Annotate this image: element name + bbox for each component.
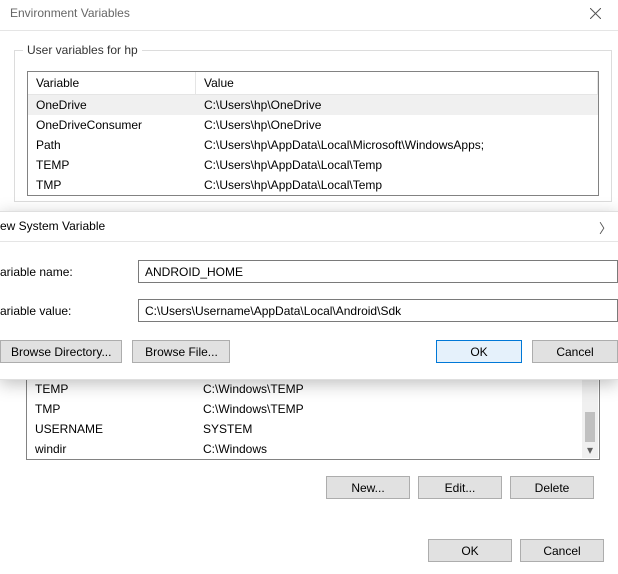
column-variable[interactable]: Variable xyxy=(28,72,196,94)
delete-button[interactable]: Delete xyxy=(510,476,594,499)
variable-name-row: ariable name: xyxy=(0,260,618,283)
dialog-ok-button[interactable]: OK xyxy=(436,340,522,363)
ok-button[interactable]: OK xyxy=(428,539,512,562)
variable-value-cell: C:\Windows\TEMP xyxy=(195,399,582,419)
user-vars-legend: User variables for hp xyxy=(23,43,142,57)
user-vars-table[interactable]: Variable Value OneDriveC:\Users\hp\OneDr… xyxy=(27,71,599,196)
table-row[interactable]: windirC:\Windows xyxy=(27,439,582,459)
user-variables-group: User variables for hp Variable Value One… xyxy=(14,50,612,202)
variable-value-row: ariable value: xyxy=(0,299,618,322)
table-row[interactable]: OneDriveC:\Users\hp\OneDrive xyxy=(28,95,598,115)
variable-value-cell: C:\Windows xyxy=(195,439,582,459)
dialog-title: ew System Variable xyxy=(0,219,105,233)
edit-button[interactable]: Edit... xyxy=(418,476,502,499)
variable-value-cell: C:\Users\hp\AppData\Local\Temp xyxy=(196,175,598,195)
variable-value-cell: C:\Users\hp\AppData\Local\Temp xyxy=(196,155,598,175)
close-icon xyxy=(590,8,601,22)
dialog-titlebar: ew System Variable 〉 xyxy=(0,212,618,242)
variable-name-cell: TEMP xyxy=(28,155,196,175)
window-titlebar: Environment Variables xyxy=(0,0,618,30)
scroll-thumb[interactable] xyxy=(585,412,595,442)
table-row[interactable]: USERNAMESYSTEM xyxy=(27,419,582,439)
variable-name-cell: TEMP xyxy=(27,379,195,399)
titlebar-separator xyxy=(0,30,618,31)
variable-name-cell: OneDriveConsumer xyxy=(28,115,196,135)
dialog-commit-buttons: OK Cancel xyxy=(428,539,604,562)
variable-name-input[interactable] xyxy=(138,260,618,283)
user-vars-header[interactable]: Variable Value xyxy=(28,72,598,95)
cancel-button[interactable]: Cancel xyxy=(520,539,604,562)
variable-name-cell: USERNAME xyxy=(27,419,195,439)
dialog-body: ariable name: ariable value: Browse Dire… xyxy=(0,242,618,379)
variable-name-cell: windir xyxy=(27,439,195,459)
table-row[interactable]: TMPC:\Windows\TEMP xyxy=(27,399,582,419)
variable-value-cell: C:\Users\hp\OneDrive xyxy=(196,115,598,135)
variable-name-cell: TMP xyxy=(27,399,195,419)
variable-name-cell: OneDrive xyxy=(28,95,196,115)
table-row[interactable]: OneDriveConsumerC:\Users\hp\OneDrive xyxy=(28,115,598,135)
table-row[interactable]: PathC:\Users\hp\AppData\Local\Microsoft\… xyxy=(28,135,598,155)
variable-value-cell: C:\Users\hp\AppData\Local\Microsoft\Wind… xyxy=(196,135,598,155)
variable-value-cell: C:\Users\hp\OneDrive xyxy=(196,95,598,115)
dialog-button-row: Browse Directory... Browse File... OK Ca… xyxy=(0,338,618,369)
chevron-right-icon: 〉 xyxy=(599,218,612,237)
dialog-cancel-button[interactable]: Cancel xyxy=(532,340,618,363)
browse-directory-button[interactable]: Browse Directory... xyxy=(0,340,122,363)
table-row[interactable]: TMPC:\Users\hp\AppData\Local\Temp xyxy=(28,175,598,195)
variable-value-input[interactable] xyxy=(138,299,618,322)
window-close-button[interactable] xyxy=(573,0,618,30)
system-variables-group: PSModulePath%ProgramFiles%\WindowsPowerS… xyxy=(14,359,612,507)
system-vars-buttons: New... Edit... Delete xyxy=(14,460,612,507)
new-system-variable-dialog: ew System Variable 〉 ariable name: ariab… xyxy=(0,211,618,380)
variable-value-cell: C:\Windows\TEMP xyxy=(195,379,582,399)
variable-value-cell: SYSTEM xyxy=(195,419,582,439)
table-row[interactable]: TEMPC:\Users\hp\AppData\Local\Temp xyxy=(28,155,598,175)
variable-name-cell: Path xyxy=(28,135,196,155)
table-row[interactable]: TEMPC:\Windows\TEMP xyxy=(27,379,582,399)
scroll-down-icon[interactable]: ▾ xyxy=(582,442,598,458)
new-button[interactable]: New... xyxy=(326,476,410,499)
window-title: Environment Variables xyxy=(10,6,130,20)
browse-file-button[interactable]: Browse File... xyxy=(132,340,230,363)
column-value[interactable]: Value xyxy=(196,72,598,94)
variable-name-label: ariable name: xyxy=(0,265,138,279)
variable-value-label: ariable value: xyxy=(0,304,138,318)
variable-name-cell: TMP xyxy=(28,175,196,195)
